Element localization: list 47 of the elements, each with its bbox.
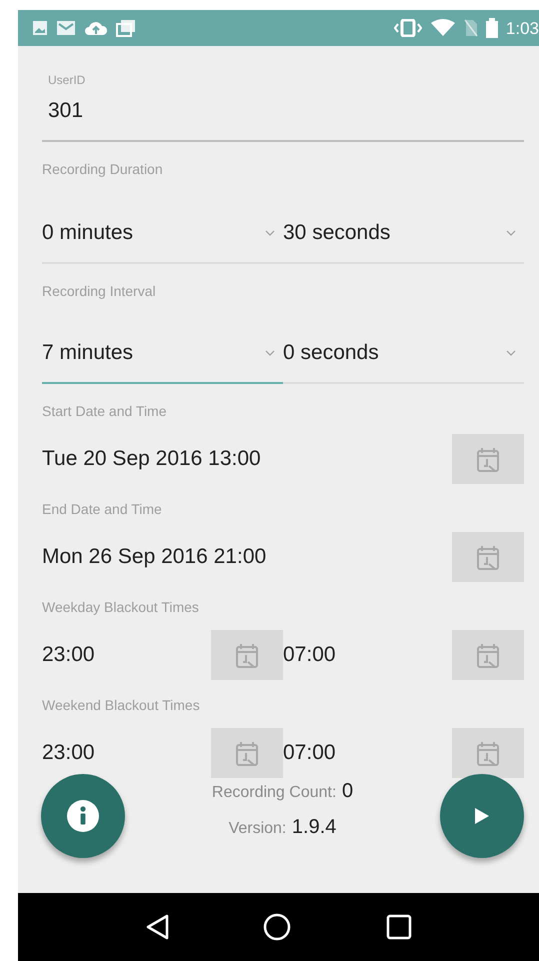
value-text: Mon 26 Sep 2016 21:00 <box>42 544 268 570</box>
field-label: Weekend Blackout Times <box>42 696 201 715</box>
field-label: UserID <box>47 72 86 89</box>
mail-icon <box>56 20 76 36</box>
calendar-icon <box>475 544 501 570</box>
calendar-icon <box>234 642 260 668</box>
info-icon <box>66 799 100 833</box>
calendar-icon <box>475 642 501 668</box>
field-label: Recording Interval <box>42 282 157 301</box>
recording-count-text: Recording Count: 0 <box>212 779 354 804</box>
value-text: 07:00 <box>283 740 337 766</box>
dropdown[interactable]: 7 minutes <box>42 302 283 384</box>
image-icon <box>32 20 48 36</box>
recents-icon[interactable] <box>386 914 412 940</box>
wifi-icon <box>430 19 456 37</box>
value-text: 23:00 <box>42 642 96 668</box>
cloud-upload-icon <box>84 20 108 36</box>
version-text: Version: 1.9.4 <box>228 815 336 840</box>
field-label: Recording Duration <box>42 160 164 179</box>
value-text: 07:00 <box>283 642 337 668</box>
play-button[interactable] <box>440 774 524 858</box>
dropdown[interactable]: 0 seconds <box>283 302 524 384</box>
battery-icon <box>486 18 498 38</box>
chevron-down-icon <box>506 230 516 236</box>
home-icon[interactable] <box>263 913 292 941</box>
chevron-down-icon <box>265 230 275 236</box>
chevron-down-icon <box>265 350 275 356</box>
calendar-icon <box>234 740 260 766</box>
info-button[interactable] <box>41 774 125 858</box>
input-field[interactable]: 301 <box>42 90 524 142</box>
photos-icon <box>116 19 136 37</box>
clock-time: 1:03 <box>506 20 539 36</box>
dropdown[interactable]: 30 seconds <box>283 180 524 264</box>
dropdown[interactable]: 0 minutes <box>42 180 283 264</box>
value-text: 23:00 <box>42 740 96 766</box>
calendar-button[interactable] <box>452 728 524 778</box>
chevron-down-icon <box>506 350 516 356</box>
field-label: Weekday Blackout Times <box>42 598 200 617</box>
value-text: Tue 20 Sep 2016 13:00 <box>42 446 262 472</box>
calendar-icon <box>475 740 501 766</box>
back-icon[interactable] <box>145 914 170 940</box>
field-label: Start Date and Time <box>42 402 168 421</box>
calendar-icon <box>475 446 501 472</box>
no-sim-icon <box>464 19 478 37</box>
field-label: End Date and Time <box>42 500 163 519</box>
vibrate-icon <box>394 19 422 37</box>
play-icon <box>474 807 490 825</box>
